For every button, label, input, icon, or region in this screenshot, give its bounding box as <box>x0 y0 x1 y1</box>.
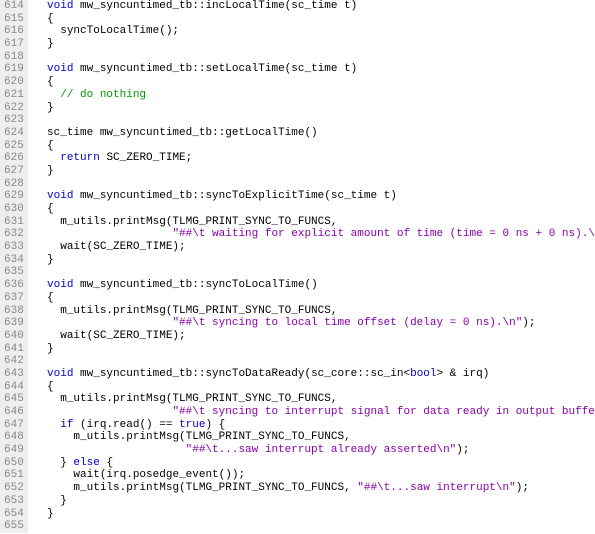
code-line: } <box>34 343 595 356</box>
code-line <box>34 355 595 368</box>
line-number: 643 <box>4 368 24 381</box>
line-number: 649 <box>4 444 24 457</box>
line-number: 653 <box>4 495 24 508</box>
code-line: wait(SC_ZERO_TIME); <box>34 241 595 254</box>
line-number: 623 <box>4 114 24 127</box>
line-number: 642 <box>4 355 24 368</box>
code-line: "##\t syncing to local time offset (dela… <box>34 317 595 330</box>
code-line: } <box>34 254 595 267</box>
line-number: 624 <box>4 127 24 140</box>
line-number: 648 <box>4 431 24 444</box>
code-line: syncToLocalTime(); <box>34 25 595 38</box>
code-line: return SC_ZERO_TIME; <box>34 152 595 165</box>
line-number: 631 <box>4 216 24 229</box>
line-number: 634 <box>4 254 24 267</box>
line-number: 617 <box>4 38 24 51</box>
code-line: { <box>34 140 595 153</box>
code-line: { <box>34 13 595 26</box>
line-number: 632 <box>4 228 24 241</box>
line-number: 615 <box>4 13 24 26</box>
code-line <box>34 51 595 64</box>
code-line: { <box>34 381 595 394</box>
line-number: 629 <box>4 190 24 203</box>
line-number: 647 <box>4 419 24 432</box>
code-line: void mw_syncuntimed_tb::syncToExplicitTi… <box>34 190 595 203</box>
line-number: 636 <box>4 279 24 292</box>
code-line: } <box>34 165 595 178</box>
line-number: 628 <box>4 178 24 191</box>
code-line: "##\t waiting for explicit amount of tim… <box>34 228 595 241</box>
line-number: 638 <box>4 305 24 318</box>
line-number: 651 <box>4 469 24 482</box>
line-number: 618 <box>4 51 24 64</box>
code-line: m_utils.printMsg(TLMG_PRINT_SYNC_TO_FUNC… <box>34 305 595 318</box>
line-number: 646 <box>4 406 24 419</box>
code-line: sc_time mw_syncuntimed_tb::getLocalTime(… <box>34 127 595 140</box>
code-line: void mw_syncuntimed_tb::syncToLocalTime(… <box>34 279 595 292</box>
line-number: 630 <box>4 203 24 216</box>
code-line: { <box>34 76 595 89</box>
code-line: } <box>34 102 595 115</box>
code-line: m_utils.printMsg(TLMG_PRINT_SYNC_TO_FUNC… <box>34 216 595 229</box>
code-line: void mw_syncuntimed_tb::setLocalTime(sc_… <box>34 63 595 76</box>
code-line: } <box>34 495 595 508</box>
line-number: 625 <box>4 140 24 153</box>
code-line: void mw_syncuntimed_tb::syncToDataReady(… <box>34 368 595 381</box>
line-number: 635 <box>4 266 24 279</box>
line-number: 654 <box>4 508 24 521</box>
code-line: m_utils.printMsg(TLMG_PRINT_SYNC_TO_FUNC… <box>34 393 595 406</box>
code-line: // do nothing <box>34 89 595 102</box>
code-line <box>34 114 595 127</box>
line-number: 655 <box>4 520 24 533</box>
line-number: 633 <box>4 241 24 254</box>
line-number: 616 <box>4 25 24 38</box>
code-area: void mw_syncuntimed_tb::incLocalTime(sc_… <box>28 0 595 533</box>
code-line: { <box>34 292 595 305</box>
line-number: 645 <box>4 393 24 406</box>
line-number: 614 <box>4 0 24 13</box>
code-line: m_utils.printMsg(TLMG_PRINT_SYNC_TO_FUNC… <box>34 431 595 444</box>
code-line: m_utils.printMsg(TLMG_PRINT_SYNC_TO_FUNC… <box>34 482 595 495</box>
code-line: "##\t...saw interrupt already asserted\n… <box>34 444 595 457</box>
code-line: wait(SC_ZERO_TIME); <box>34 330 595 343</box>
code-line: wait(irq.posedge_event()); <box>34 469 595 482</box>
line-number: 627 <box>4 165 24 178</box>
line-number: 652 <box>4 482 24 495</box>
line-number: 644 <box>4 381 24 394</box>
code-line: "##\t syncing to interrupt signal for da… <box>34 406 595 419</box>
code-line <box>34 178 595 191</box>
code-line: } <box>34 508 595 521</box>
line-number: 640 <box>4 330 24 343</box>
line-number: 637 <box>4 292 24 305</box>
line-number: 621 <box>4 89 24 102</box>
line-number: 650 <box>4 457 24 470</box>
code-line <box>34 266 595 279</box>
code-line <box>34 520 595 533</box>
code-line: { <box>34 203 595 216</box>
code-line: if (irq.read() == true) { <box>34 419 595 432</box>
code-line: } else { <box>34 457 595 470</box>
line-number-gutter: 6146156166176186196206216226236246256266… <box>0 0 28 533</box>
line-number: 620 <box>4 76 24 89</box>
code-line: } <box>34 38 595 51</box>
code-editor: 6146156166176186196206216226236246256266… <box>0 0 595 533</box>
line-number: 622 <box>4 102 24 115</box>
code-line: void mw_syncuntimed_tb::incLocalTime(sc_… <box>34 0 595 13</box>
line-number: 639 <box>4 317 24 330</box>
line-number: 619 <box>4 63 24 76</box>
line-number: 641 <box>4 343 24 356</box>
line-number: 626 <box>4 152 24 165</box>
